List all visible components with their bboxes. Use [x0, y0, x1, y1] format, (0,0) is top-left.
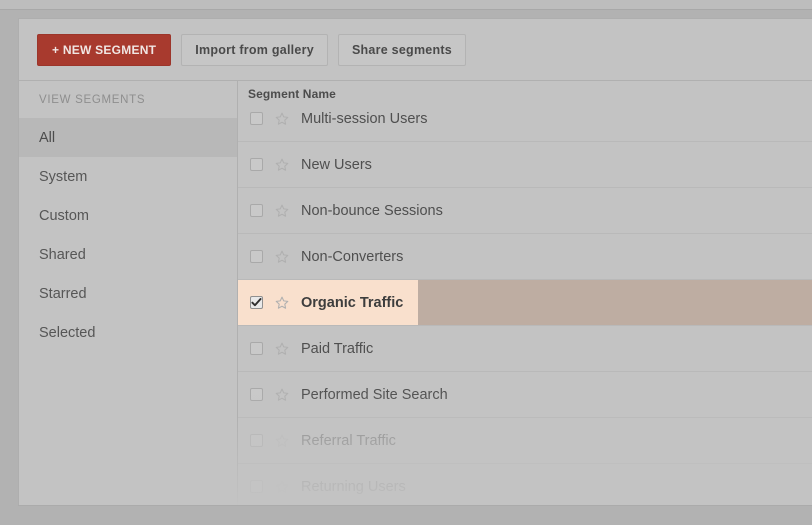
star-outline-icon[interactable]: [274, 111, 290, 127]
segment-list-header: Segment Name: [238, 81, 812, 108]
segment-sidebar: VIEW SEGMENTS All System Custom Shared Starr…: [19, 81, 238, 505]
backdrop-top-strip: [0, 0, 812, 9]
checkbox-icon[interactable]: [250, 480, 263, 493]
segment-toolbar: + NEW SEGMENT Import from gallery Share …: [19, 19, 812, 81]
table-row[interactable]: Non-bounce Sessions: [238, 188, 812, 234]
table-row[interactable]: Returning Users: [238, 464, 812, 505]
segment-body: VIEW SEGMENTS All System Custom Shared Starr…: [19, 81, 812, 505]
segment-name-label: Referral Traffic: [301, 432, 396, 449]
segment-name-label: Non-bounce Sessions: [301, 202, 443, 219]
table-row[interactable]: Paid Traffic: [238, 326, 812, 372]
sidebar-item-custom[interactable]: Custom: [19, 196, 237, 235]
star-outline-icon[interactable]: [274, 203, 290, 219]
table-row[interactable]: Multi-session Users: [238, 108, 812, 142]
sidebar-heading: VIEW SEGMENTS: [39, 94, 146, 106]
segment-list-scroll[interactable]: Multi-session Users New Users Non-bounce S…: [238, 108, 812, 505]
sidebar-item-label: All: [39, 129, 56, 146]
star-outline-icon[interactable]: [274, 249, 290, 265]
checkbox-icon[interactable]: [250, 250, 263, 263]
checkbox-icon[interactable]: [250, 112, 263, 125]
checkbox-icon[interactable]: [250, 204, 263, 217]
sidebar-item-label: Custom: [39, 207, 89, 224]
new-segment-button[interactable]: + NEW SEGMENT: [37, 33, 172, 66]
star-outline-icon[interactable]: [274, 433, 290, 449]
segment-name-label: Organic Traffic: [301, 294, 404, 311]
table-row[interactable]: New Users: [238, 142, 812, 188]
segment-list-column: Segment Name Multi-session Users New User…: [238, 81, 812, 505]
segment-name-label: Paid Traffic: [301, 340, 374, 357]
segment-name-label: Non-Converters: [301, 248, 404, 265]
column-header-segment-name: Segment Name: [248, 87, 336, 101]
segment-name-label: Returning Users: [301, 478, 406, 495]
sidebar-item-starred[interactable]: Starred: [19, 274, 237, 313]
sidebar-item-list: All System Custom Shared Starred Selected: [19, 118, 237, 352]
segment-name-label: Performed Site Search: [301, 386, 448, 403]
checkbox-icon[interactable]: [250, 296, 263, 309]
backdrop-divider: [0, 9, 812, 10]
sidebar-item-label: System: [39, 168, 88, 185]
sidebar-item-system[interactable]: System: [19, 157, 237, 196]
sidebar-item-label: Starred: [39, 285, 87, 302]
checkbox-icon[interactable]: [250, 388, 263, 401]
checkbox-icon[interactable]: [250, 434, 263, 447]
segment-name-label: New Users: [301, 156, 372, 173]
sidebar-item-selected[interactable]: Selected: [19, 313, 237, 352]
table-row[interactable]: Organic Traffic: [238, 280, 812, 326]
star-outline-icon[interactable]: [274, 341, 290, 357]
checkbox-icon[interactable]: [250, 342, 263, 355]
star-outline-icon[interactable]: [274, 387, 290, 403]
star-outline-icon[interactable]: [274, 157, 290, 173]
sidebar-item-shared[interactable]: Shared: [19, 235, 237, 274]
import-from-gallery-button[interactable]: Import from gallery: [181, 33, 328, 66]
segment-picker-panel: + NEW SEGMENT Import from gallery Share …: [18, 18, 812, 506]
checkbox-icon[interactable]: [250, 158, 263, 171]
sidebar-item-label: Selected: [39, 324, 96, 341]
segment-name-label: Multi-session Users: [301, 110, 428, 127]
segment-rows: Multi-session Users New Users Non-bounce S…: [238, 108, 812, 505]
star-outline-icon[interactable]: [274, 295, 290, 311]
table-row[interactable]: Non-Converters: [238, 234, 812, 280]
table-row[interactable]: Referral Traffic: [238, 418, 812, 464]
sidebar-item-label: Shared: [39, 246, 86, 263]
share-segments-button[interactable]: Share segments: [337, 33, 467, 66]
sidebar-item-all[interactable]: All: [19, 118, 237, 157]
panel-bottom-edge: [18, 505, 812, 506]
star-outline-icon[interactable]: [274, 479, 290, 495]
table-row[interactable]: Performed Site Search: [238, 372, 812, 418]
